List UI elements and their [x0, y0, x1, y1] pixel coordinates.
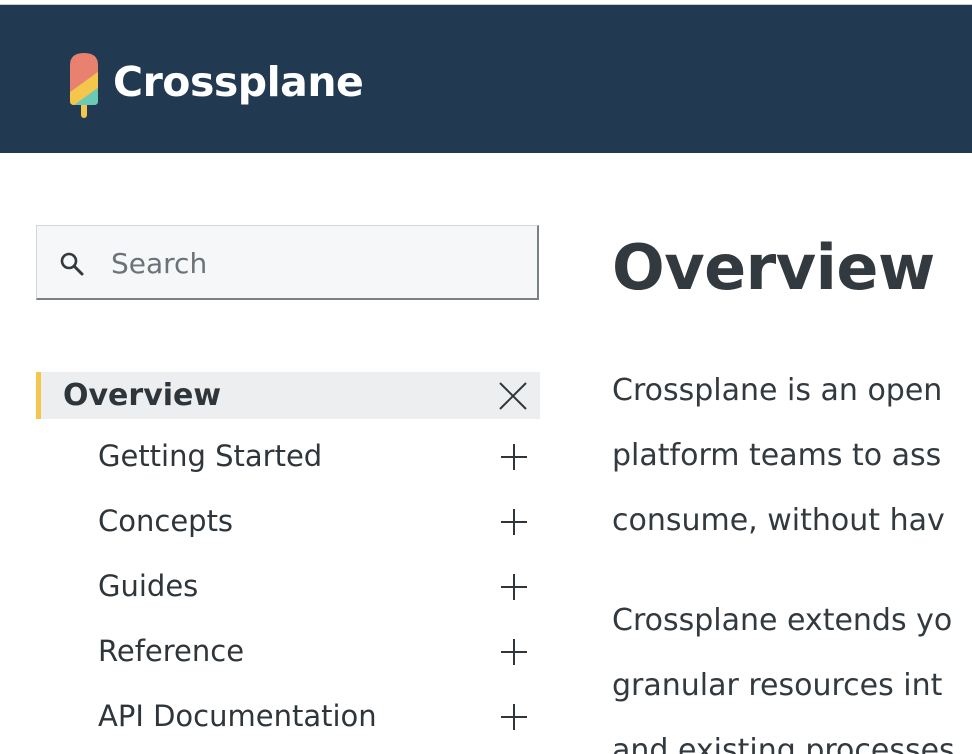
sidebar-nav: Overview Getting Started Concepts Guides — [36, 372, 540, 744]
sidebar-item-concepts[interactable]: Concepts — [36, 484, 540, 549]
paragraph-line: Crossplane is an open — [612, 373, 943, 408]
sidebar-item-reference[interactable]: Reference — [36, 614, 540, 679]
sidebar-item-label: Getting Started — [98, 439, 323, 473]
site-header: Crossplane — [0, 5, 972, 153]
search-input[interactable] — [109, 242, 513, 284]
sidebar-item-label: Guides — [98, 569, 199, 603]
popsicle-logo-icon[interactable] — [66, 51, 102, 119]
paragraph-line: consume, without hav — [612, 503, 945, 538]
plus-icon[interactable] — [500, 573, 528, 601]
sidebar-item-label: Overview — [63, 378, 222, 413]
sidebar-item-api-documentation[interactable]: API Documentation — [36, 679, 540, 744]
plus-icon[interactable] — [500, 508, 528, 536]
sidebar-item-getting-started[interactable]: Getting Started — [36, 419, 540, 484]
paragraph-line: granular resources int — [612, 668, 943, 703]
sidebar-item-label: Reference — [98, 634, 245, 668]
paragraph-line: and existing processes — [612, 733, 955, 754]
brand-name[interactable]: Crossplane — [113, 57, 364, 107]
page-title: Overview — [612, 231, 935, 304]
search-box[interactable] — [36, 225, 539, 300]
close-icon[interactable] — [498, 381, 528, 411]
sidebar-item-overview[interactable]: Overview — [36, 372, 540, 419]
plus-icon[interactable] — [500, 443, 528, 471]
plus-icon[interactable] — [500, 703, 528, 731]
search-icon — [60, 252, 84, 276]
sidebar-item-label: API Documentation — [98, 699, 377, 733]
second-paragraph: Crossplane extends yo granular resources… — [612, 588, 955, 754]
paragraph-line: platform teams to ass — [612, 438, 942, 473]
sidebar-item-guides[interactable]: Guides — [36, 549, 540, 614]
plus-icon[interactable] — [500, 638, 528, 666]
intro-paragraph: Crossplane is an open platform teams to … — [612, 358, 945, 553]
docs-page: Crossplane Overview Getting Started Conc… — [0, 0, 972, 754]
sidebar-item-label: Concepts — [98, 504, 234, 538]
paragraph-line: Crossplane extends yo — [612, 603, 953, 638]
